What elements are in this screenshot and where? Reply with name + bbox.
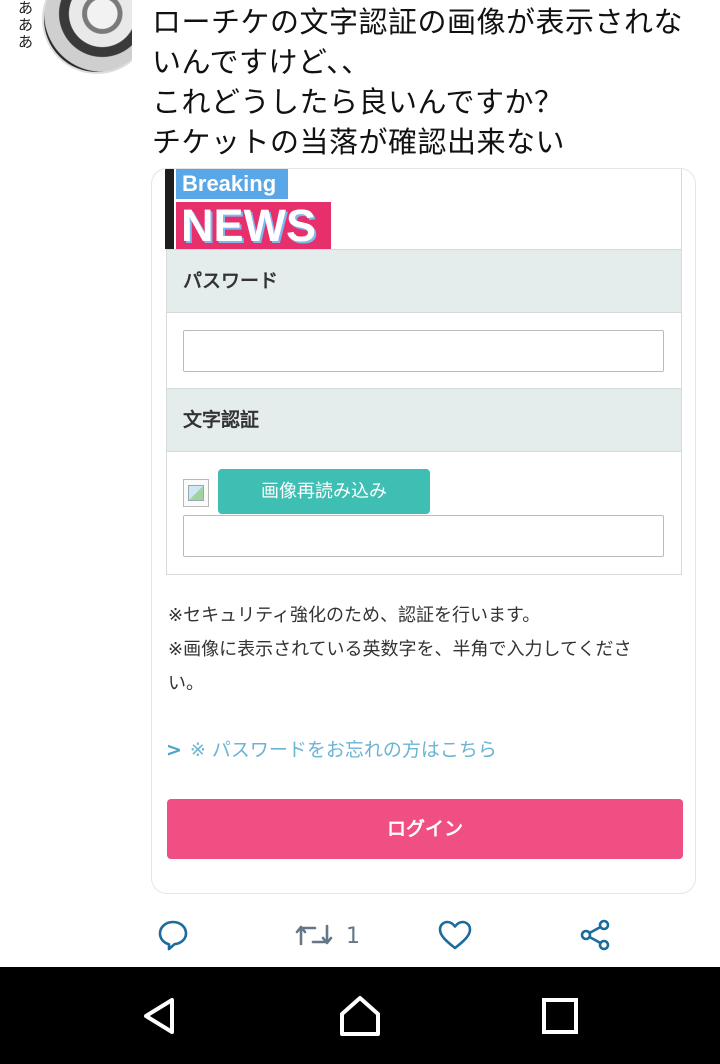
- reload-image-button[interactable]: 画像再読み込み: [218, 469, 430, 514]
- attached-image[interactable]: Breaking NEWS パスワード 文字認証 画像再読み込み ※セキュリティ…: [151, 168, 696, 894]
- tweet-line: ローチケの文字認証の画像が表示されな: [152, 5, 684, 39]
- heart-icon[interactable]: [437, 918, 473, 954]
- tweet-line: いんですけど、、: [152, 45, 371, 79]
- note-line: ※画像に表示されている英数字を、半角で入力してくださ: [168, 639, 632, 660]
- system-navigation-bar: [0, 967, 720, 1064]
- forgot-password-link[interactable]: > ※ パスワードをお忘れの方はこちら: [166, 735, 497, 765]
- retweet-icon[interactable]: [293, 918, 335, 954]
- reply-icon[interactable]: [156, 918, 190, 954]
- tweet-text: ローチケの文字認証の画像が表示されな いんですけど、、 これどうしたら良いんです…: [152, 2, 712, 162]
- breaking-news-logo: Breaking NEWS: [165, 169, 681, 250]
- retweet-count: 1: [346, 924, 360, 949]
- avatar-scribble: あああ: [18, 0, 34, 51]
- tweet-actions: 1: [0, 912, 720, 962]
- captcha-label: 文字認証: [167, 388, 681, 452]
- security-notes: ※セキュリティ強化のため、認証を行います。 ※画像に表示されている英数字を、半角…: [168, 599, 686, 701]
- logo-breaking: Breaking: [176, 169, 288, 199]
- back-icon[interactable]: [138, 994, 182, 1038]
- chevron-right-icon: >: [166, 739, 182, 761]
- note-line: ※セキュリティ強化のため、認証を行います。: [168, 605, 541, 626]
- avatar[interactable]: あああ: [18, 0, 132, 74]
- captcha-input[interactable]: [183, 515, 664, 557]
- logo-bar: [165, 169, 174, 249]
- captcha-image-broken-icon: [183, 479, 209, 507]
- home-icon[interactable]: [338, 994, 382, 1038]
- password-field[interactable]: [183, 330, 664, 372]
- avatar-image: [42, 0, 132, 74]
- tweet-line: これどうしたら良いんですか？: [152, 85, 564, 119]
- logo-news: NEWS: [176, 202, 331, 250]
- login-form: Breaking NEWS パスワード 文字認証 画像再読み込み: [165, 169, 682, 575]
- password-label: パスワード: [167, 249, 681, 313]
- recents-icon[interactable]: [538, 994, 582, 1038]
- share-icon[interactable]: [578, 918, 612, 954]
- login-button[interactable]: ログイン: [167, 799, 683, 859]
- forgot-password-text: ※ パスワードをお忘れの方はこちら: [189, 739, 497, 761]
- tweet-line: チケットの当落が確認出来ない: [152, 125, 566, 159]
- note-line: い。: [168, 673, 204, 694]
